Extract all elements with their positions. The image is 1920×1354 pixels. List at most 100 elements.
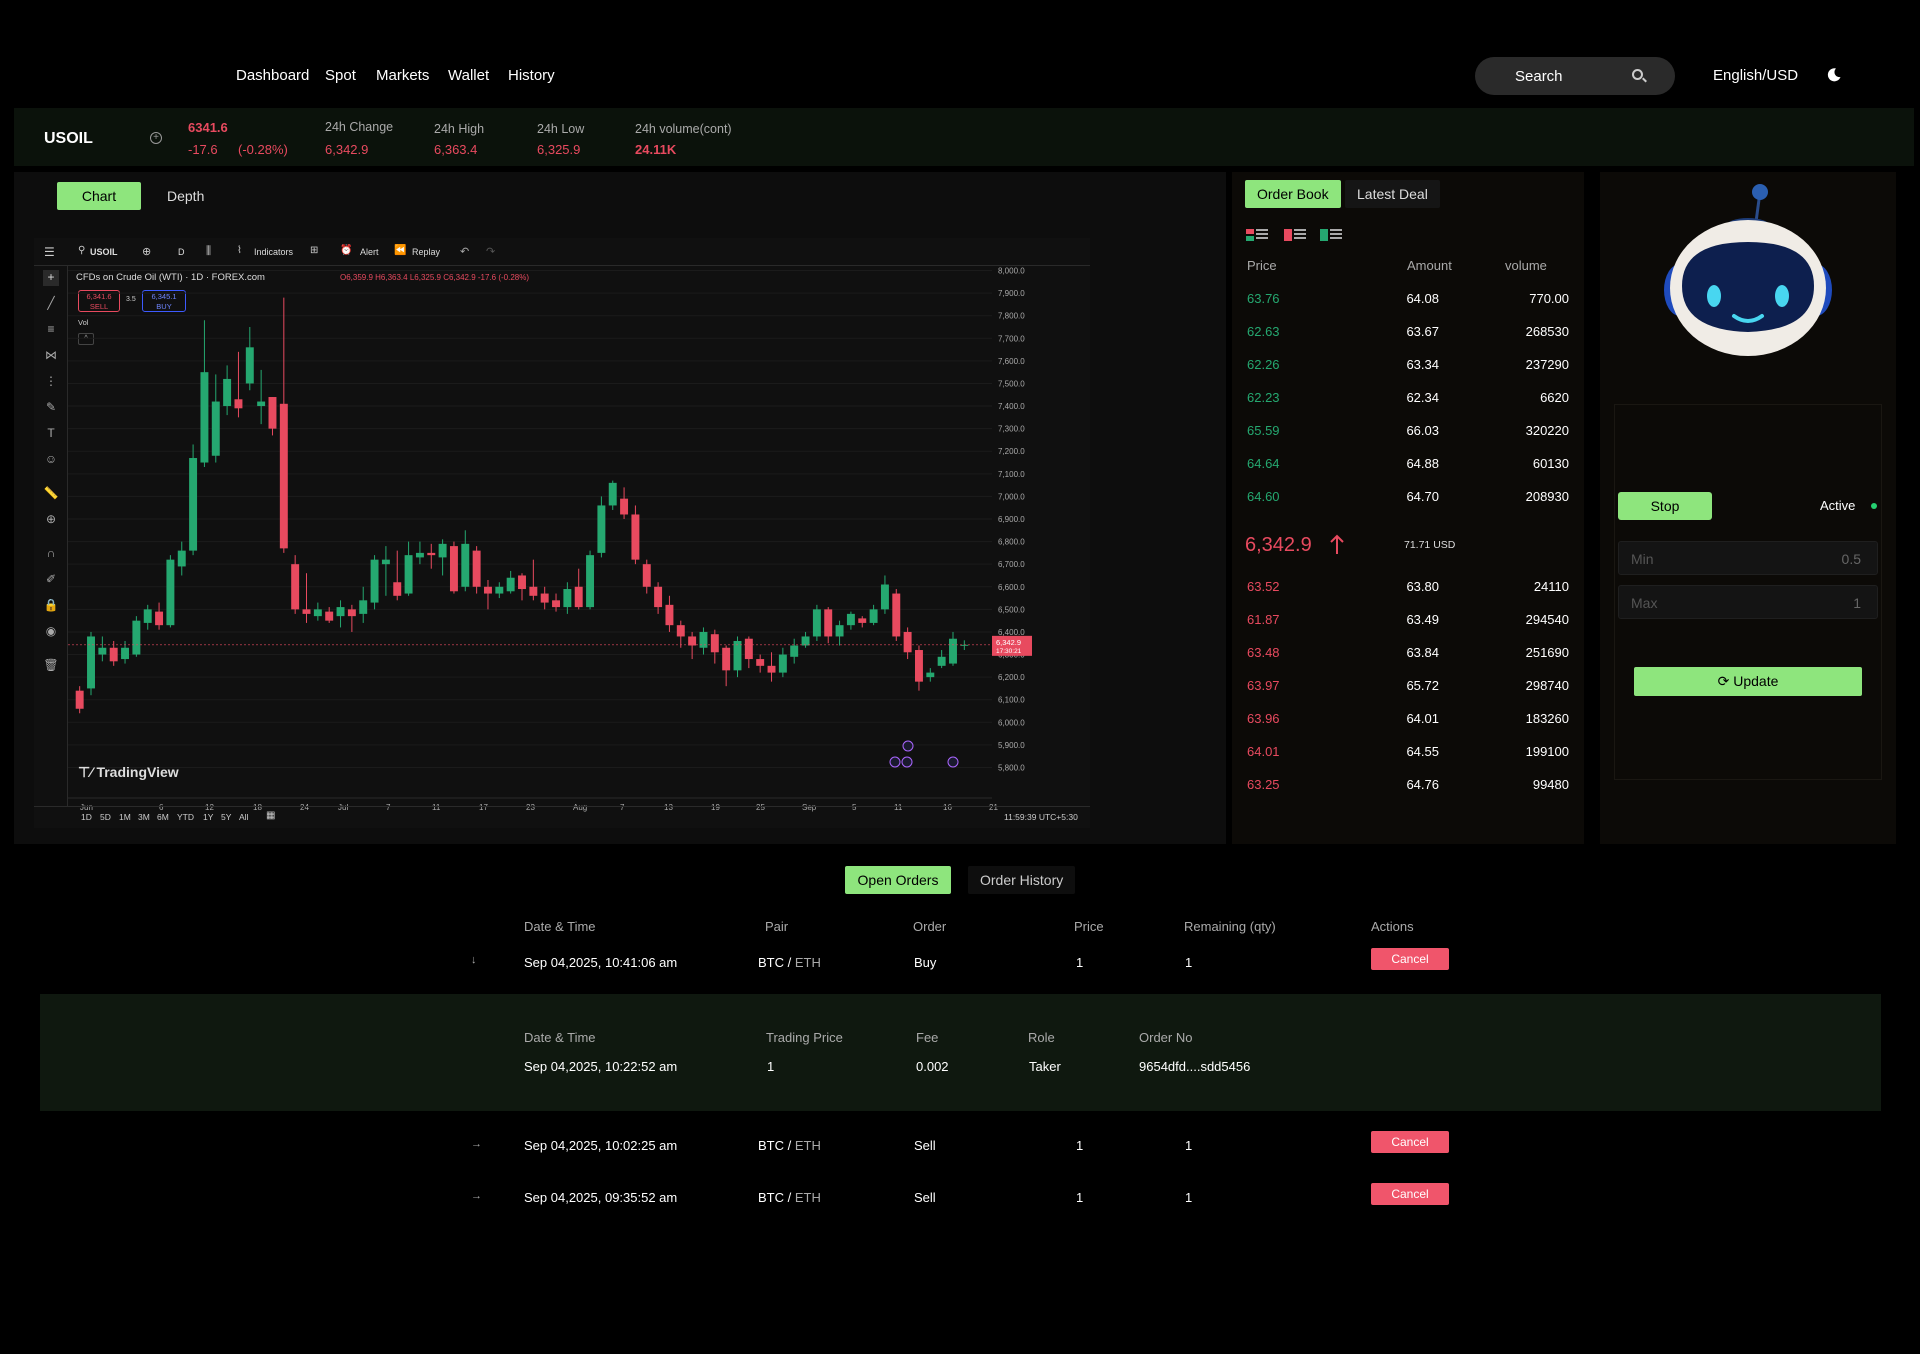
order-book-row[interactable]: 63.76 64.08 770.00 — [1247, 291, 1569, 311]
range-ytd[interactable]: YTD — [177, 812, 194, 822]
tv-brand: TradingView — [96, 764, 179, 780]
brush-icon[interactable]: ✎ — [43, 400, 59, 416]
channel-icon[interactable]: ≡ — [43, 322, 59, 338]
moon-icon[interactable] — [1826, 67, 1842, 83]
y-tick-label: 7,700.0 — [998, 334, 1025, 343]
col-actions: Actions — [1371, 919, 1414, 934]
order-book-row[interactable]: 61.87 63.49 294540 — [1247, 612, 1569, 632]
book-asks-icon[interactable] — [1284, 228, 1306, 242]
candle-body — [495, 586, 504, 594]
lock-icon[interactable]: 🔒 — [43, 598, 59, 614]
event-marker[interactable] — [947, 756, 959, 768]
max-input[interactable]: Max 1 — [1618, 585, 1878, 619]
undo-icon[interactable]: ↶ — [460, 245, 469, 258]
expand-arrow-icon[interactable]: → — [471, 1138, 482, 1150]
order-book-row[interactable]: 65.59 66.03 320220 — [1247, 423, 1569, 443]
range-3m[interactable]: 3M — [138, 812, 150, 822]
tv-symbol[interactable]: USOIL — [90, 247, 118, 257]
candle-body — [631, 514, 640, 560]
tab-latest-deal[interactable]: Latest Deal — [1345, 180, 1440, 208]
cancel-button[interactable]: Cancel — [1371, 1183, 1449, 1205]
nav-spot[interactable]: Spot — [325, 67, 356, 84]
tab-depth[interactable]: Depth — [155, 182, 216, 210]
pattern-icon[interactable]: ⋈ — [43, 348, 59, 364]
range-1d[interactable]: 1D — [81, 812, 92, 822]
layouts-icon[interactable]: ⊞ — [310, 245, 318, 256]
order-book-row[interactable]: 63.96 64.01 183260 — [1247, 711, 1569, 731]
trash-icon[interactable]: 🗑 — [43, 658, 59, 674]
cancel-button[interactable]: Cancel — [1371, 948, 1449, 970]
event-marker[interactable] — [902, 740, 914, 752]
order-book-row[interactable]: 63.48 63.84 251690 — [1247, 645, 1569, 665]
nav-dashboard[interactable]: Dashboard — [236, 67, 309, 84]
search-input[interactable]: Search — [1475, 57, 1675, 95]
tv-replay[interactable]: Replay — [412, 247, 440, 257]
collapse-arrow-icon[interactable]: ↓ — [471, 954, 477, 966]
order-book-row[interactable]: 64.64 64.88 60130 — [1247, 456, 1569, 476]
eye-icon[interactable]: ◉ — [43, 624, 59, 640]
event-marker[interactable] — [901, 756, 913, 768]
candle-type-icon[interactable]: ⫼ — [206, 245, 211, 258]
order-side: Sell — [914, 1138, 936, 1153]
range-6m[interactable]: 6M — [157, 812, 169, 822]
candle-body — [200, 372, 209, 463]
nav-markets[interactable]: Markets — [376, 67, 429, 84]
order-book-row[interactable]: 63.97 65.72 298740 — [1247, 678, 1569, 698]
event-marker[interactable] — [889, 756, 901, 768]
ruler-icon[interactable]: 📏 — [43, 486, 59, 502]
nav-wallet[interactable]: Wallet — [448, 67, 489, 84]
alert-icon[interactable]: ⏰ — [340, 245, 352, 256]
order-book-row[interactable]: 62.26 63.34 237290 — [1247, 357, 1569, 377]
range-1m[interactable]: 1M — [119, 812, 131, 822]
order-book-row[interactable]: 63.25 64.76 99480 — [1247, 777, 1569, 797]
redo-icon[interactable]: ↷ — [486, 245, 495, 258]
expand-arrow-icon[interactable]: → — [471, 1190, 482, 1202]
order-book-row[interactable]: 62.23 62.34 6620 — [1247, 390, 1569, 410]
tab-order-history[interactable]: Order History — [968, 866, 1076, 894]
range-5y[interactable]: 5Y — [221, 812, 231, 822]
order-book-row[interactable]: 62.63 63.67 268530 — [1247, 324, 1569, 344]
order-book-row[interactable]: 64.01 64.55 199100 — [1247, 744, 1569, 764]
add-favorite-icon[interactable]: + — [150, 132, 162, 144]
order-remaining: 1 — [1185, 955, 1193, 970]
draw-mode-icon[interactable]: ✐ — [43, 572, 59, 588]
tv-search-icon[interactable]: ⚲ — [78, 245, 85, 256]
crosshair-icon[interactable]: + — [43, 270, 59, 286]
zoom-icon[interactable]: ⊕ — [43, 512, 59, 528]
book-both-icon[interactable] — [1246, 228, 1268, 242]
date-range-icon[interactable]: ▦ — [266, 810, 275, 821]
compare-icon[interactable]: ⊕ — [142, 245, 151, 258]
range-all[interactable]: All — [239, 812, 248, 822]
high-value: 6,363.4 — [434, 142, 478, 157]
ob-price: 62.23 — [1247, 390, 1280, 405]
cancel-button[interactable]: Cancel — [1371, 1131, 1449, 1153]
menu-icon[interactable]: ☰ — [44, 245, 55, 259]
price-chart[interactable]: 8,000.0 7,900.0 7,800.0 7,700.0 7,600.0 7,500… — [68, 266, 1090, 828]
order-book-row[interactable]: 64.60 64.70 208930 — [1247, 489, 1569, 509]
order-book-row[interactable]: 63.52 63.80 24110 — [1247, 579, 1569, 599]
tv-indicators[interactable]: Indicators — [254, 247, 293, 257]
min-input[interactable]: Min 0.5 — [1618, 541, 1878, 575]
indicators-icon[interactable]: ⌇ — [237, 245, 242, 256]
stop-button[interactable]: Stop — [1618, 492, 1712, 520]
y-tick-label: 5,800.0 — [998, 763, 1025, 772]
tab-order-book[interactable]: Order Book — [1245, 180, 1341, 208]
emoji-icon[interactable]: ☺ — [43, 452, 59, 468]
tab-open-orders[interactable]: Open Orders — [845, 866, 951, 894]
candle-body — [347, 609, 356, 617]
magnet-icon[interactable]: ∩ — [43, 546, 59, 562]
trendline-icon[interactable]: ╱ — [43, 296, 59, 312]
book-bids-icon[interactable] — [1320, 228, 1342, 242]
text-icon[interactable]: T — [43, 426, 59, 442]
range-5d[interactable]: 5D — [100, 812, 111, 822]
tab-chart[interactable]: Chart — [57, 182, 141, 210]
replay-icon[interactable]: ⏪ — [394, 245, 406, 256]
range-1y[interactable]: 1Y — [203, 812, 213, 822]
tv-alert[interactable]: Alert — [360, 247, 379, 257]
fib-icon[interactable]: ⋮ — [43, 374, 59, 390]
search-icon[interactable] — [1632, 69, 1643, 80]
update-button[interactable]: ⟳ Update — [1634, 667, 1862, 696]
nav-history[interactable]: History — [508, 67, 555, 84]
tv-interval[interactable]: D — [178, 247, 185, 257]
language-selector[interactable]: English/USD — [1713, 67, 1798, 84]
